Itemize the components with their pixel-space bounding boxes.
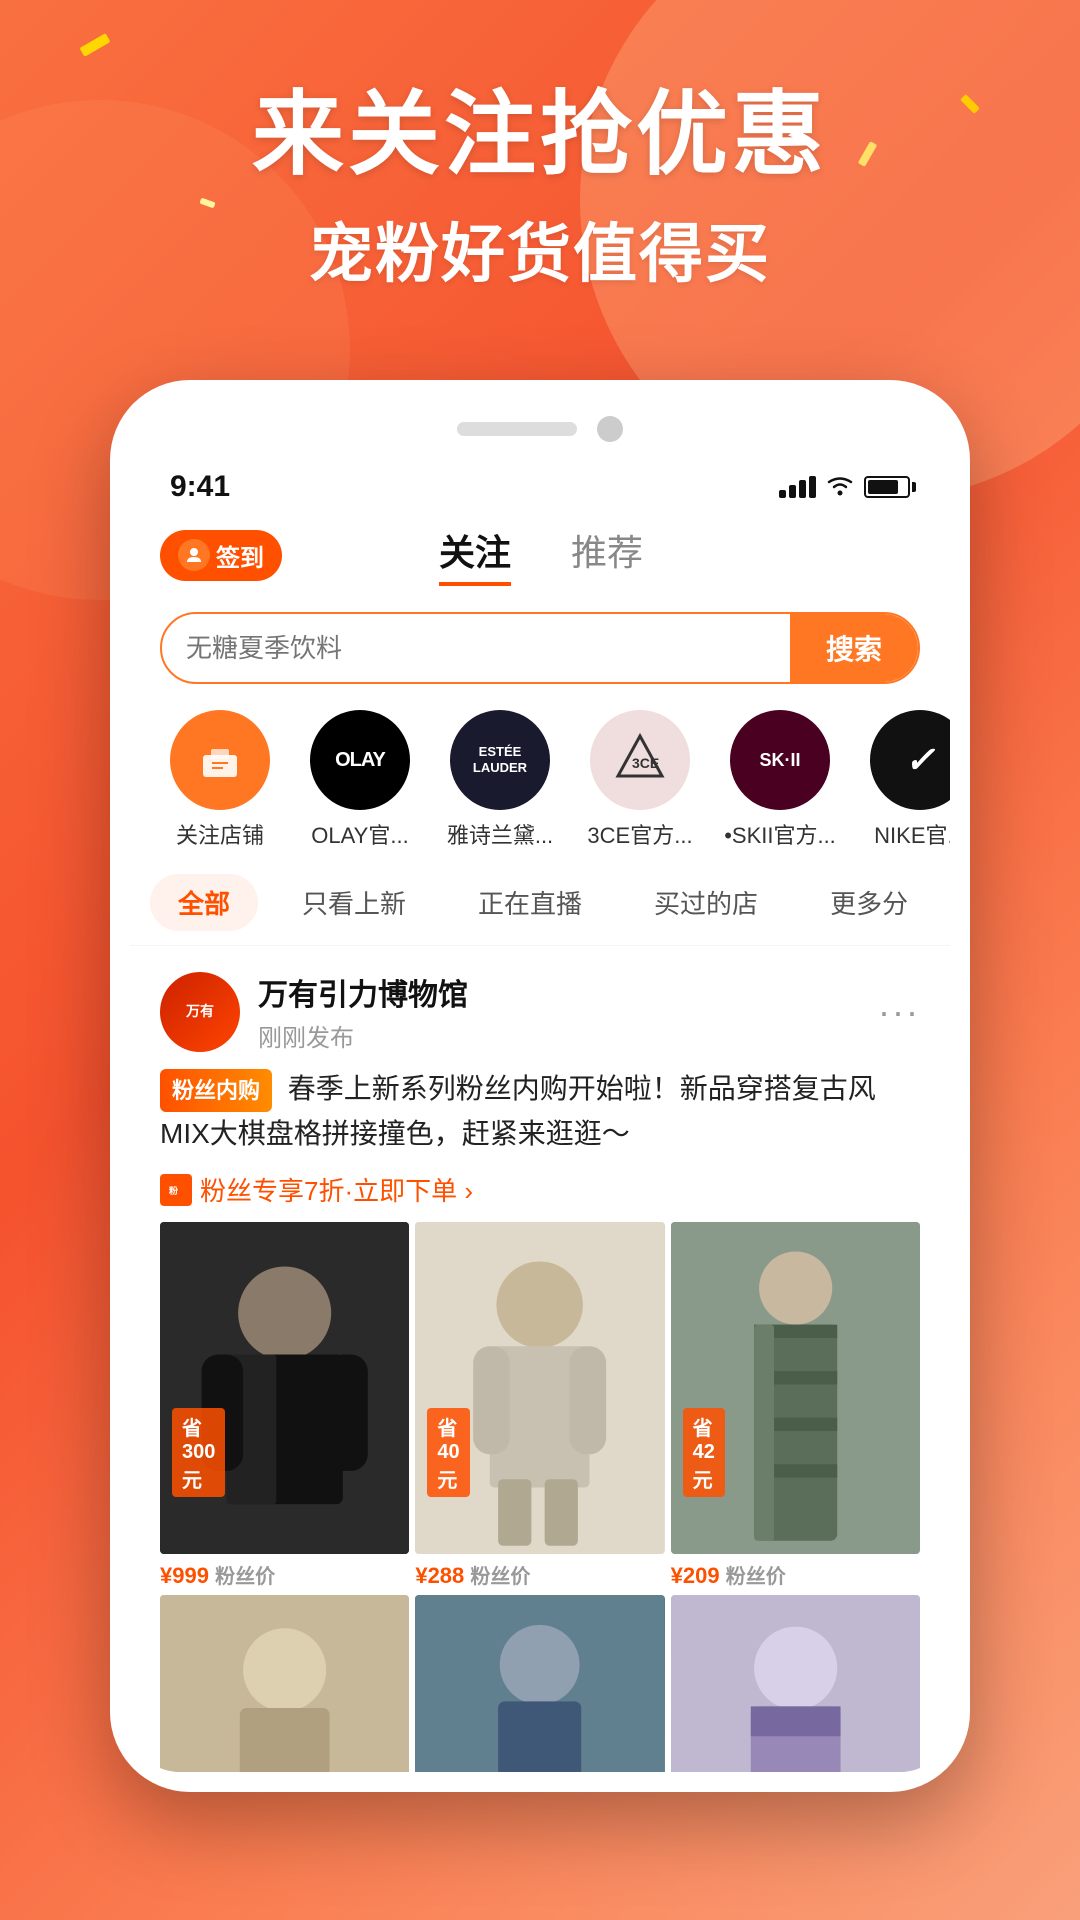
hero-title: 来关注抢优惠 [0, 60, 1080, 193]
product-save-badge-1: 省300元 [172, 1408, 225, 1497]
product-save-badge-2: 省40元 [427, 1408, 469, 1497]
phone-screen: 9:41 [130, 452, 950, 1772]
svg-text:3CE: 3CE [632, 755, 659, 771]
shop-icon-estee[interactable]: ESTÉELAUDER 雅诗兰黛... [430, 710, 570, 850]
shop-icon-nike-label: NIKE官... [874, 818, 950, 850]
filter-tab-more[interactable]: 更多分 [802, 874, 936, 931]
fan-discount-text: 粉丝专享7折·立即下单 › [200, 1171, 473, 1208]
filter-tabs: 全部 只看上新 正在直播 买过的店 更多分 [130, 860, 950, 946]
product-card-3[interactable]: 省42元 ¥209 粉丝价 [671, 1222, 920, 1589]
filter-tab-bought[interactable]: 买过的店 [626, 874, 786, 931]
filter-tab-new[interactable]: 只看上新 [274, 874, 434, 931]
svg-text:粉: 粉 [169, 1185, 178, 1196]
product-card-2[interactable]: 省40元 ¥288 粉丝价 [415, 1222, 664, 1589]
shop-icon-nike[interactable]: ✓ NIKE官... [850, 710, 950, 850]
sign-in-icon [178, 539, 210, 571]
battery-icon [864, 476, 910, 498]
feed-more-button[interactable]: ··· [878, 991, 920, 1033]
confetti-1 [80, 33, 111, 57]
top-nav: 签到 关注 推荐 [130, 514, 950, 602]
phone-camera [597, 416, 623, 442]
filter-tab-all[interactable]: 全部 [150, 874, 258, 931]
feed-text: 粉丝内购 春季上新系列粉丝内购开始啦！新品穿搭复古风MIX大棋盘格拼接撞色，赶紧… [160, 1067, 920, 1157]
phone-speaker [457, 422, 577, 436]
store-info: 万有引力博物馆 刚刚发布 [258, 970, 878, 1053]
search-input[interactable] [162, 633, 790, 664]
product-grid: 省300元 ¥999 粉丝价 [160, 1222, 920, 1589]
product-card-4[interactable]: ¥199 粉丝价 [160, 1595, 409, 1772]
product-save-badge-3: 省42元 [683, 1408, 725, 1497]
product-price-1: ¥999 粉丝价 [160, 1554, 409, 1589]
store-avatar[interactable]: 万有 [160, 972, 240, 1052]
nav-tab-follow[interactable]: 关注 [439, 524, 511, 586]
product-card-6[interactable]: ¥180 粉丝价 [671, 1595, 920, 1772]
shop-icon-3ce-label: 3CE官方... [587, 818, 692, 850]
product-price-3: ¥209 粉丝价 [671, 1554, 920, 1589]
sign-in-label: 签到 [216, 538, 264, 573]
store-name[interactable]: 万有引力博物馆 [258, 970, 878, 1014]
product-card-1[interactable]: 省300元 ¥999 粉丝价 [160, 1222, 409, 1589]
fan-discount-icon: 粉 [160, 1174, 192, 1206]
fan-badge: 粉丝内购 [160, 1069, 272, 1112]
phone-notch [130, 400, 950, 452]
shop-icon-follow[interactable]: 关注店铺 [150, 710, 290, 850]
status-time: 9:41 [170, 470, 230, 504]
hero-section: 来关注抢优惠 宠粉好货值得买 [0, 60, 1080, 295]
search-bar-wrap: 搜索 [130, 602, 950, 700]
fan-discount-link[interactable]: 粉 粉丝专享7折·立即下单 › [160, 1171, 920, 1208]
shop-icon-olay[interactable]: OLAY OLAY官... [290, 710, 430, 850]
feed-content: 粉丝内购 春季上新系列粉丝内购开始啦！新品穿搭复古风MIX大棋盘格拼接撞色，赶紧… [160, 1067, 920, 1157]
search-button[interactable]: 搜索 [790, 614, 918, 682]
product-card-5[interactable]: ¥150 粉丝价 [415, 1595, 664, 1772]
shop-icon-skii-label: •SKII官方... [724, 818, 836, 850]
shop-icon-estee-label: 雅诗兰黛... [447, 818, 553, 850]
shop-icon-skii[interactable]: SK·II •SKII官方... [710, 710, 850, 850]
feed-header: 万有 万有引力博物馆 刚刚发布 ··· [160, 970, 920, 1053]
shop-icon-follow-label: 关注店铺 [176, 818, 264, 850]
status-icons [779, 472, 910, 503]
wifi-icon [826, 472, 854, 503]
sign-in-button[interactable]: 签到 [160, 530, 282, 581]
search-bar: 搜索 [160, 612, 920, 684]
feed-item: 万有 万有引力博物馆 刚刚发布 ··· 粉丝内购 春季上新系列粉丝内购开始啦！新… [130, 946, 950, 1772]
signal-icon [779, 476, 816, 498]
shop-icons-row: 关注店铺 OLAY OLAY官... ESTÉELAUDER 雅诗兰黛... [130, 700, 950, 860]
store-time: 刚刚发布 [258, 1018, 878, 1053]
shop-icon-olay-label: OLAY官... [311, 818, 408, 850]
status-bar: 9:41 [130, 452, 950, 514]
product-grid-row2: ¥199 粉丝价 ¥150 [160, 1595, 920, 1772]
shop-icon-3ce[interactable]: 3CE 3CE官方... [570, 710, 710, 850]
filter-tab-live[interactable]: 正在直播 [450, 874, 610, 931]
nav-tab-recommend[interactable]: 推荐 [571, 524, 643, 586]
nav-tabs: 关注 推荐 [282, 524, 800, 586]
phone-mockup: 9:41 [110, 380, 970, 1792]
phone-outer: 9:41 [110, 380, 970, 1792]
product-price-2: ¥288 粉丝价 [415, 1554, 664, 1589]
hero-subtitle: 宠粉好货值得买 [0, 203, 1080, 295]
